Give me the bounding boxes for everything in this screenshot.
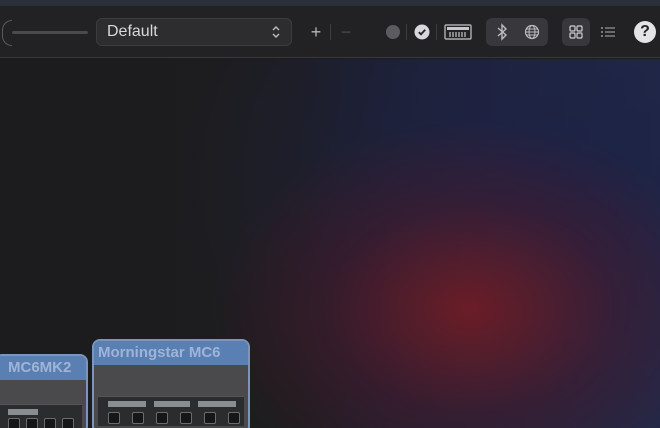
network-globe-icon (524, 24, 540, 40)
device-card-mc6mk2[interactable]: MC6MK2 (0, 354, 88, 428)
footswitch (228, 412, 240, 424)
help-button[interactable]: ? (634, 21, 656, 43)
preset-select[interactable]: Default (96, 18, 292, 46)
plus-icon: + (310, 21, 322, 42)
device-screen (154, 401, 190, 407)
footswitch (26, 418, 38, 428)
device-card-morningstar-mc6[interactable]: Morningstar MC6 (92, 339, 250, 428)
minus-icon: − (340, 21, 352, 42)
device-title: MC6MK2 (0, 356, 86, 380)
device-title: Morningstar MC6 (94, 341, 248, 365)
info-button[interactable] (384, 20, 402, 44)
grid-view-icon (569, 25, 583, 39)
divider (436, 24, 437, 40)
help-icon: ? (640, 23, 650, 40)
chevron-updown-icon (271, 19, 281, 54)
check-button[interactable] (412, 20, 432, 44)
midi-keyboard-icon (444, 24, 472, 40)
toolbar: Default + − ? (0, 6, 660, 58)
app-window: Default + − ? MC6MK2 Morningstar MC6 (0, 0, 660, 428)
add-button[interactable]: + (306, 20, 326, 44)
footswitch (132, 412, 144, 424)
footswitch (44, 418, 56, 428)
zoom-slider[interactable] (12, 31, 88, 34)
info-icon (386, 25, 400, 39)
zoom-slider-cap[interactable] (2, 20, 12, 46)
device-canvas[interactable]: MC6MK2 Morningstar MC6 (0, 59, 660, 428)
device-screen (8, 409, 38, 415)
midi-keyboard-button[interactable] (443, 20, 473, 44)
network-button[interactable] (518, 20, 546, 44)
footswitch (62, 418, 74, 428)
device-panel-image (98, 396, 244, 426)
device-screen (198, 401, 236, 407)
preset-value: Default (107, 23, 158, 40)
list-view-button[interactable] (596, 20, 620, 44)
grid-view-button[interactable] (562, 20, 590, 44)
bluetooth-icon (497, 23, 508, 41)
footswitch (156, 412, 168, 424)
footswitch (108, 412, 120, 424)
footswitch (8, 418, 20, 428)
divider (330, 24, 331, 40)
divider (406, 24, 407, 40)
check-circle-icon (414, 24, 430, 40)
device-panel-image (0, 404, 82, 428)
bluetooth-button[interactable] (488, 20, 516, 44)
footswitch (204, 412, 216, 424)
remove-button[interactable]: − (336, 20, 356, 44)
list-view-icon (601, 27, 615, 37)
device-screen (108, 401, 146, 407)
footswitch (180, 412, 192, 424)
